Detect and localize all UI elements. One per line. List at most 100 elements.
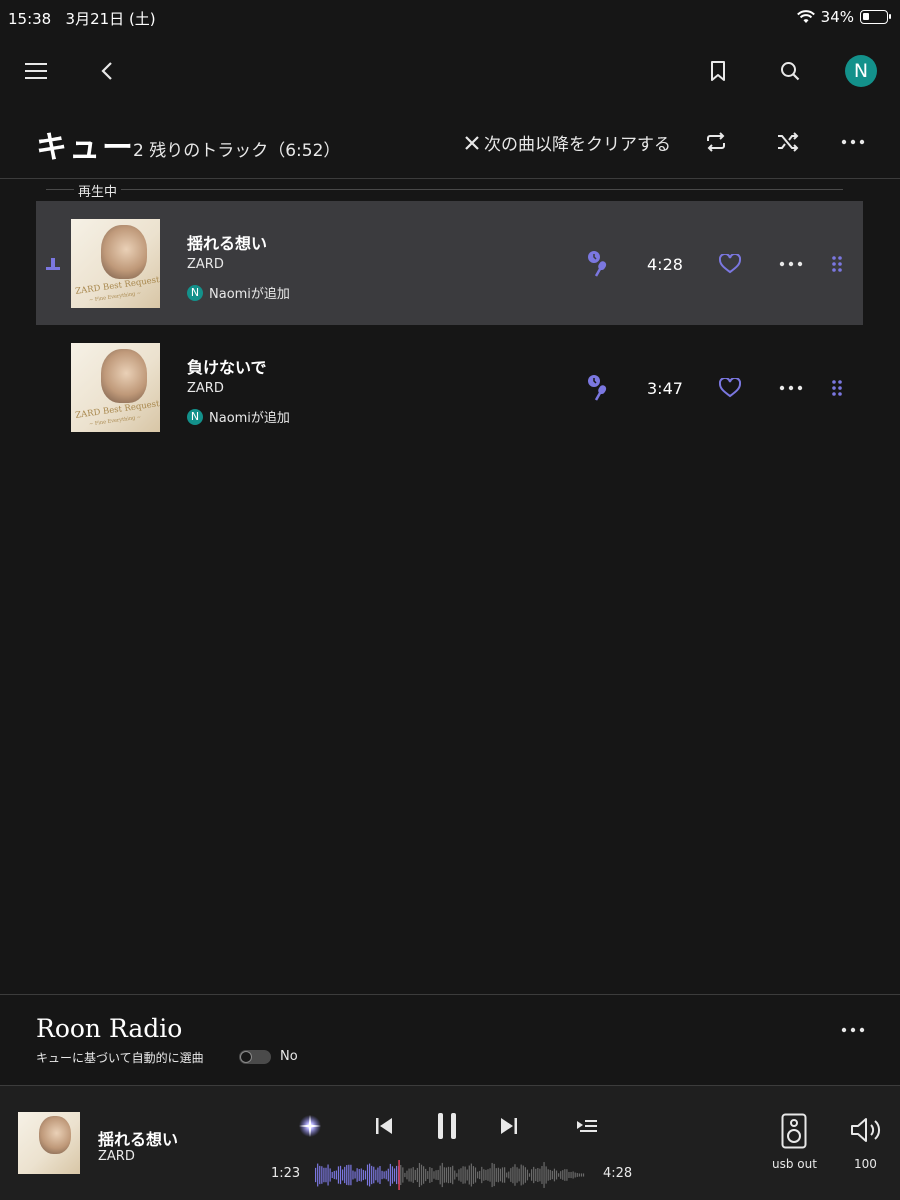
waveform-bar [516,1167,518,1183]
waveform-bar [520,1164,522,1186]
volume-level: 100 [854,1157,877,1171]
waveform-bar [433,1171,435,1179]
waveform-bar [549,1169,551,1181]
menu-icon[interactable] [22,58,50,84]
track-artist[interactable]: ZARD [187,381,224,396]
waveform-bar [408,1168,410,1182]
album-art: ZARD Best Request ~ Fine Everything ~ [71,343,160,432]
queue-subtitle: 2 残りのトラック（6:52） [133,141,341,161]
waveform-bar [439,1165,441,1185]
waveform-bar [572,1171,574,1179]
waveform-bar [460,1168,462,1182]
waveform-bar [539,1168,541,1182]
avatar: N [187,284,203,301]
volume-icon[interactable] [849,1114,883,1146]
waveform-bar [369,1163,371,1187]
added-by: N Naomiが追加 [187,407,290,426]
pause-icon[interactable] [432,1110,462,1142]
waveform-bar [402,1167,404,1183]
waveform-bar [410,1168,412,1182]
track-title[interactable]: 揺れる想い [187,230,267,254]
waveform-bar [566,1169,568,1181]
waveform-bar [358,1169,360,1181]
total-time: 4:28 [603,1166,633,1181]
waveform-bar [327,1164,329,1186]
drag-handle-icon[interactable] [828,251,846,277]
waveform-bar [466,1169,468,1181]
waveform-bar [429,1167,431,1183]
waveform-bar [464,1166,466,1184]
back-icon[interactable] [94,58,120,84]
waveform-bar [456,1173,458,1177]
speaker-icon[interactable] [779,1112,809,1150]
player-track-artist[interactable]: ZARD [98,1149,135,1164]
waveform-bar [477,1171,479,1179]
waveform-bar [435,1170,437,1180]
heart-icon[interactable] [716,251,744,277]
track-more-icon[interactable] [776,375,806,401]
drag-handle-icon[interactable] [828,375,846,401]
next-track-icon[interactable] [497,1114,521,1138]
waveform-bar [427,1171,429,1179]
waveform-bar [443,1167,445,1183]
waveform-bar [582,1173,585,1177]
sing-along-icon[interactable] [584,371,612,403]
waveform-bar [483,1169,485,1181]
queue-row-1[interactable]: ZARD Best Request ~ Fine Everything ~ 揺れ… [36,201,863,325]
queue-icon[interactable] [574,1114,600,1138]
battery-percent: 34% [820,8,854,26]
added-by-label: Naomiが追加 [209,411,290,426]
waveform-bar [462,1166,464,1184]
waveform-bar [348,1164,350,1186]
heart-icon[interactable] [716,375,744,401]
repeat-icon[interactable] [702,128,730,156]
waveform-bar [425,1168,427,1182]
waveform-bar [501,1167,504,1183]
waveform-bar [321,1166,323,1184]
waveform-bar [580,1173,583,1177]
search-icon[interactable] [776,58,804,84]
now-playing-label: 再生中 [74,181,122,200]
playhead[interactable] [398,1160,400,1190]
shuffle-icon[interactable] [774,128,802,156]
radio-star-icon[interactable] [296,1112,324,1140]
previous-track-icon[interactable] [372,1114,396,1138]
track-more-icon[interactable] [776,251,806,277]
waveform-bar [371,1165,373,1185]
waveform-bar [362,1169,364,1181]
waveform-bar [508,1171,510,1179]
elapsed-time: 1:23 [271,1166,301,1181]
waveform-bar [360,1168,362,1182]
waveform-bar [400,1164,402,1186]
bookmark-icon[interactable] [705,58,731,84]
waveform-bar [317,1163,319,1187]
waveform-bar [522,1165,524,1185]
waveform-bar [373,1166,375,1184]
avatar: N [187,408,203,425]
clear-queue-button[interactable]: 次の曲以降をクリアする [464,130,671,155]
zone-label[interactable]: usb out [772,1157,817,1171]
queue-row-2[interactable]: ZARD Best Request ~ Fine Everything ~ 負け… [36,325,863,449]
waveform-bar [553,1168,556,1182]
seek-waveform[interactable] [314,1160,586,1190]
waveform-bar [393,1168,396,1182]
waveform-bar [315,1167,317,1183]
more-options-icon[interactable] [838,128,868,156]
waveform-bar [491,1162,493,1188]
profile-avatar[interactable]: N [845,55,877,87]
waveform-bar [375,1169,377,1181]
added-by: N Naomiが追加 [187,283,290,302]
waveform-bar [383,1171,385,1179]
waveform-bar [333,1170,335,1180]
sing-along-icon[interactable] [584,247,612,279]
track-title[interactable]: 負けないで [187,354,267,378]
radio-toggle[interactable] [239,1050,271,1064]
waveform-bar [533,1166,535,1184]
track-artist[interactable]: ZARD [187,257,224,272]
waveform-bar [344,1166,346,1184]
radio-more-icon[interactable] [838,1016,868,1044]
player-album-art[interactable] [18,1112,80,1174]
waveform-bar [472,1166,475,1184]
waveform-bar [512,1166,514,1184]
player-track-title[interactable]: 揺れる想い [98,1126,178,1150]
